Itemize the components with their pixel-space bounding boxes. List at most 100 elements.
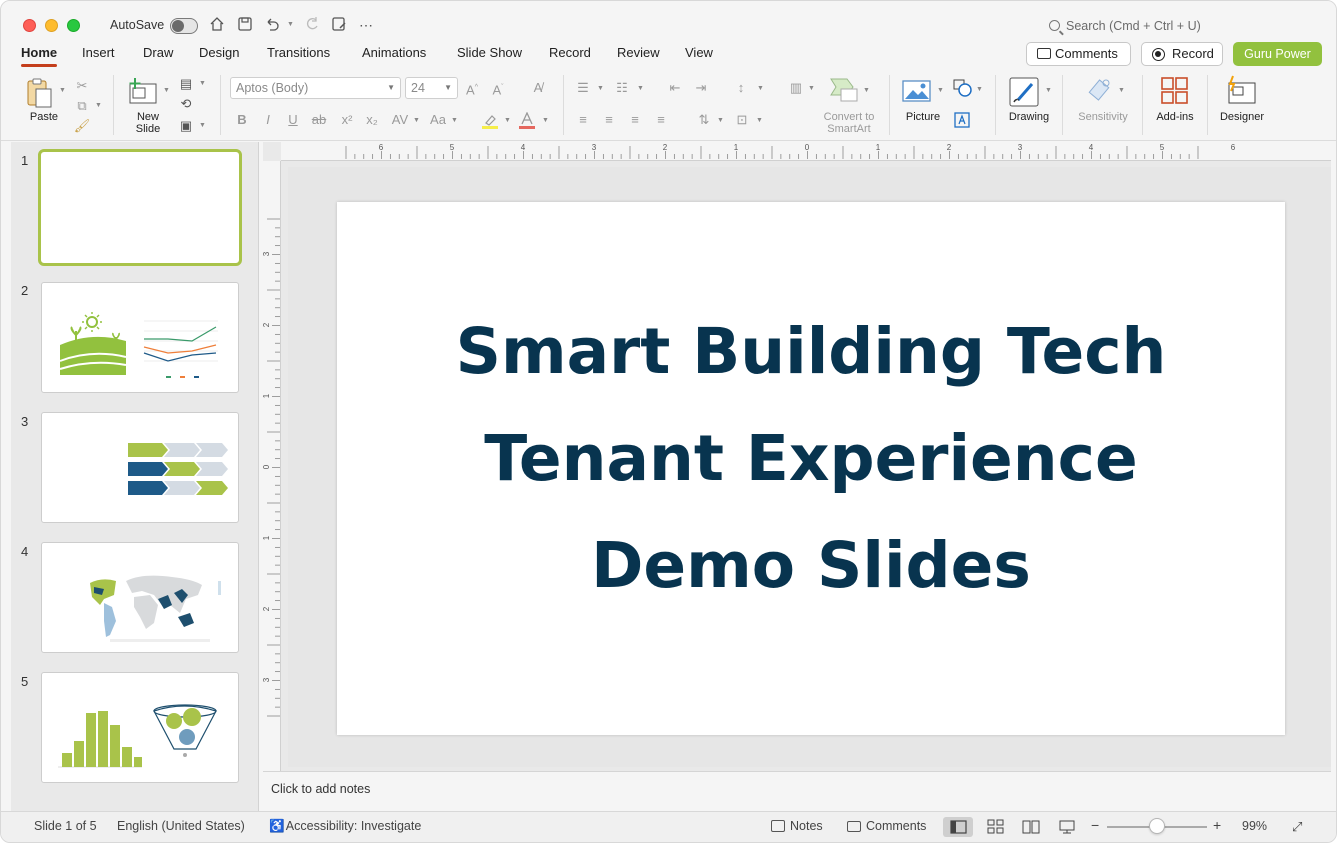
superscript-icon[interactable]: x² <box>338 111 356 129</box>
subscript-icon[interactable]: x₂ <box>363 111 381 129</box>
zoom-level[interactable]: 99% <box>1242 819 1267 833</box>
align-left-icon[interactable]: ≡ <box>574 111 592 129</box>
reading-view-button[interactable] <box>1016 817 1046 837</box>
paste-icon[interactable] <box>25 77 55 109</box>
decrease-font-icon[interactable]: Aˇ <box>489 79 507 99</box>
tab-view[interactable]: View <box>685 45 713 60</box>
undo-dropdown-icon[interactable]: ▼ <box>287 21 294 28</box>
redo-icon[interactable] <box>303 16 321 34</box>
copy-dropdown-icon[interactable]: ▼ <box>95 102 102 109</box>
home-icon[interactable] <box>208 16 226 34</box>
guru-power-button[interactable]: Guru Power <box>1233 42 1322 66</box>
copy-icon[interactable]: ⧉ <box>73 97 91 115</box>
strikethrough-icon[interactable]: ab <box>310 111 328 129</box>
zoom-in-icon[interactable]: + <box>1213 817 1221 833</box>
change-case-icon[interactable]: Aa <box>427 111 449 129</box>
layout-icon[interactable]: ▤ <box>177 75 195 93</box>
sensitivity-icon[interactable] <box>1088 76 1116 106</box>
smartart-icon[interactable] <box>829 77 859 105</box>
comments-button[interactable]: Comments <box>1026 42 1131 66</box>
current-slide[interactable]: Smart Building Tech Tenant Experience De… <box>337 202 1285 735</box>
numbering-icon[interactable]: ☷ <box>613 79 631 97</box>
tab-insert[interactable]: Insert <box>82 45 115 60</box>
reset-icon[interactable]: ⟲ <box>177 95 195 113</box>
notes-toggle[interactable]: Notes <box>771 819 823 833</box>
columns-icon[interactable]: ▥ <box>787 79 805 97</box>
notes-placeholder[interactable]: Click to add notes <box>271 782 370 796</box>
paste-dropdown-icon[interactable]: ▼ <box>59 87 66 94</box>
font-name-select[interactable]: Aptos (Body) ▼ <box>230 77 401 99</box>
tab-draw[interactable]: Draw <box>143 45 173 60</box>
increase-font-icon[interactable]: A^ <box>463 79 481 99</box>
line-spacing-icon[interactable]: ↕ <box>732 79 750 97</box>
search-box[interactable]: Search (Cmd + Ctrl + U) <box>1049 19 1201 33</box>
slide-title-line-2[interactable]: Tenant Experience <box>337 422 1285 495</box>
tab-record[interactable]: Record <box>549 45 591 60</box>
tab-review[interactable]: Review <box>617 45 660 60</box>
section-icon[interactable]: ▣ <box>177 117 195 135</box>
slide-thumbnail-pane[interactable]: 1 2 3 4 5 <box>11 142 259 811</box>
new-slide-dropdown-icon[interactable]: ▼ <box>163 87 170 94</box>
zoom-out-icon[interactable]: − <box>1091 817 1099 833</box>
accessibility-status[interactable]: ♿ Accessibility: Investigate <box>269 819 421 834</box>
bullets-icon[interactable]: ☰ <box>574 79 592 97</box>
character-spacing-icon[interactable]: AV <box>389 111 411 129</box>
justify-icon[interactable]: ≡ <box>652 111 670 129</box>
close-window-button[interactable] <box>23 19 36 32</box>
slide-thumbnail-1[interactable] <box>38 149 242 266</box>
normal-view-button[interactable] <box>943 817 973 837</box>
font-color-icon[interactable] <box>518 111 536 129</box>
slide-title-line-3[interactable]: Demo Slides <box>337 529 1285 602</box>
underline-icon[interactable]: U <box>284 111 302 129</box>
decrease-indent-icon[interactable]: ⇤ <box>666 79 684 97</box>
slide-editor[interactable]: 6 5 4 3 2 1 0 1 2 3 4 5 6 3 2 1 0 1 2 3 Smart Building Tec… <box>262 142 1331 771</box>
undo-icon[interactable] <box>263 16 281 34</box>
tab-slide-show[interactable]: Slide Show <box>457 45 522 60</box>
drawing-icon[interactable] <box>1008 76 1042 108</box>
align-text-icon[interactable]: ⊡ <box>733 111 751 129</box>
clear-formatting-icon[interactable]: A̸ <box>529 79 547 97</box>
add-ins-icon[interactable] <box>1160 76 1190 106</box>
comments-toggle[interactable]: Comments <box>847 819 926 833</box>
format-painter-icon[interactable]: 🖌 <box>73 117 91 135</box>
align-center-icon[interactable]: ≡ <box>600 111 618 129</box>
save-edit-icon[interactable] <box>330 16 348 34</box>
align-right-icon[interactable]: ≡ <box>626 111 644 129</box>
slide-show-button[interactable] <box>1052 817 1082 837</box>
zoom-slider-handle[interactable] <box>1149 818 1165 834</box>
tab-design[interactable]: Design <box>199 45 239 60</box>
minimize-window-button[interactable] <box>45 19 58 32</box>
font-size-select[interactable]: 24 ▼ <box>405 77 458 99</box>
italic-icon[interactable]: I <box>259 111 277 129</box>
comment-icon <box>847 821 861 832</box>
convert-smartart-label[interactable]: Convert to SmartArt <box>819 111 879 135</box>
language-status[interactable]: English (United States) <box>117 819 245 833</box>
tab-transitions[interactable]: Transitions <box>267 45 330 60</box>
picture-icon[interactable] <box>902 79 932 103</box>
slide-sorter-button[interactable] <box>981 817 1011 837</box>
text-box-icon[interactable] <box>953 111 971 129</box>
autosave-toggle[interactable] <box>170 18 198 34</box>
cut-icon[interactable]: ✂ <box>73 77 91 95</box>
save-icon[interactable] <box>236 16 254 34</box>
record-button[interactable]: Record <box>1141 42 1223 66</box>
slide-title-line-1[interactable]: Smart Building Tech <box>337 315 1285 388</box>
highlight-icon[interactable] <box>481 113 499 129</box>
slide-thumbnail-2[interactable] <box>41 282 239 393</box>
slide-thumbnail-5[interactable] <box>41 672 239 783</box>
text-direction-icon[interactable]: ⇅ <box>695 111 713 129</box>
designer-icon[interactable] <box>1225 75 1259 107</box>
new-slide-icon[interactable] <box>128 77 158 105</box>
slide-thumbnail-3[interactable] <box>41 412 239 523</box>
slide-thumbnail-4[interactable] <box>41 542 239 653</box>
bold-icon[interactable]: B <box>233 111 251 129</box>
increase-indent-icon[interactable]: ⇥ <box>692 79 710 97</box>
zoom-window-button[interactable] <box>67 19 80 32</box>
tab-animations[interactable]: Animations <box>362 45 426 60</box>
sensitivity-label[interactable]: Sensitivity <box>1073 111 1133 123</box>
more-options-icon[interactable]: ⋯ <box>357 16 375 34</box>
tab-home[interactable]: Home <box>21 45 58 67</box>
fit-to-window-icon[interactable]: ⤢ <box>1292 819 1302 835</box>
shapes-icon[interactable] <box>953 79 973 97</box>
notes-pane[interactable]: Click to add notes <box>263 771 1331 811</box>
